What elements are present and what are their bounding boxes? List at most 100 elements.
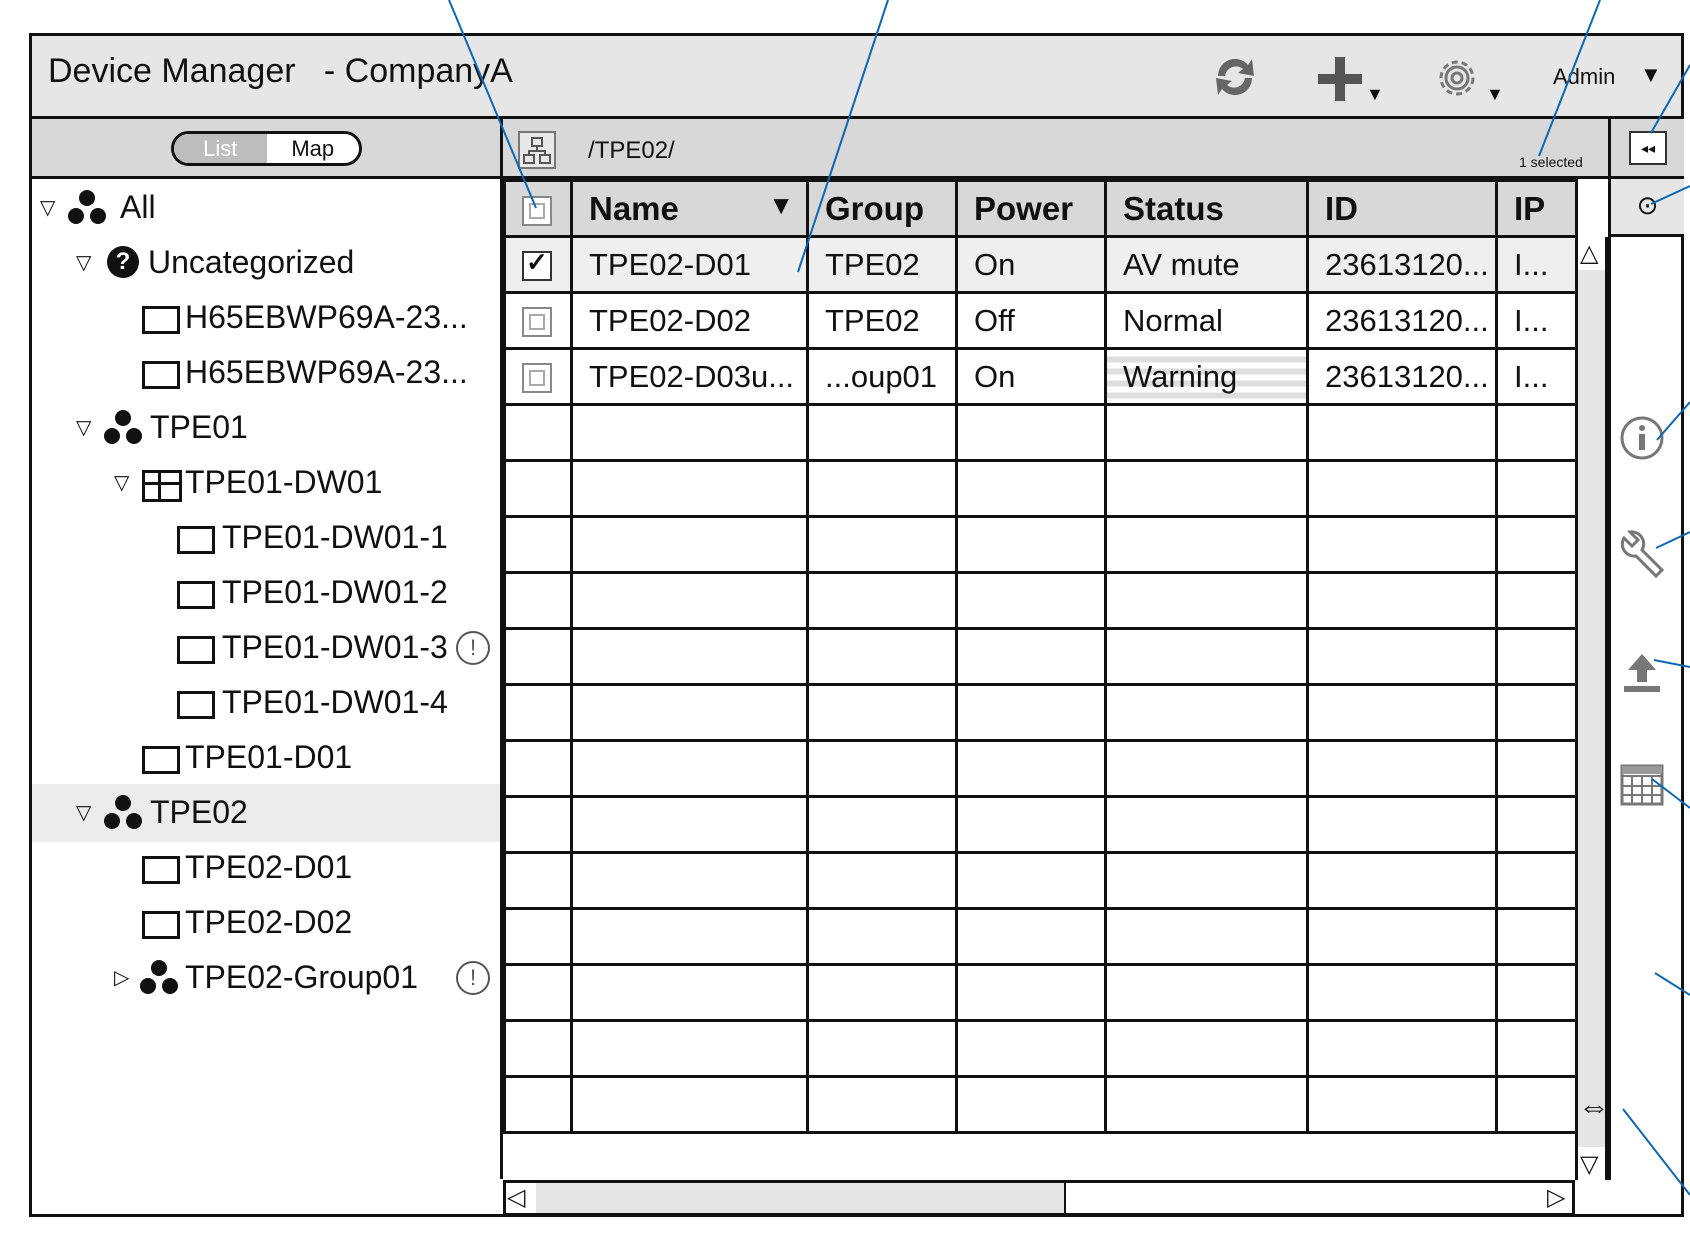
empty-cell	[503, 515, 573, 574]
column-header-group[interactable]: Group	[806, 179, 958, 238]
checkbox-icon[interactable]	[522, 247, 552, 282]
empty-cell	[955, 907, 1107, 966]
empty-cell	[1306, 571, 1498, 630]
column-header-status[interactable]: Status	[1104, 179, 1309, 238]
breadcrumb-path: /TPE02/	[588, 137, 675, 164]
table-row[interactable]: TPE02-D02 TPE02 Off Normal 23613120... I...	[503, 291, 1578, 350]
tree-item-device[interactable]: H65EBWP69A-23...	[32, 344, 500, 402]
gear-icon[interactable]	[1432, 53, 1482, 108]
horizontal-scroll-thumb[interactable]	[536, 1183, 1066, 1213]
tree-item-device[interactable]: TPE01-D01	[32, 729, 500, 787]
empty-cell	[806, 571, 958, 630]
collapse-triangle-icon[interactable]: ▽	[76, 250, 91, 275]
tree-item-uncategorized[interactable]: ▽ ? Uncategorized	[32, 234, 500, 292]
empty-row	[503, 851, 1578, 910]
user-menu-caret[interactable]: ▼	[1640, 62, 1662, 88]
checkbox-icon[interactable]	[522, 363, 552, 394]
display-icon	[142, 306, 180, 334]
app-title: Device Manager - CompanyA	[48, 52, 513, 90]
column-header-id[interactable]: ID	[1306, 179, 1498, 238]
checkbox-icon[interactable]	[522, 195, 552, 226]
info-icon[interactable]	[1612, 414, 1672, 470]
target-icon[interactable]: ⊙	[1608, 179, 1684, 237]
tree-item-label: TPE02-Group01	[185, 959, 419, 995]
tree-item-device[interactable]: H65EBWP69A-23...	[32, 289, 500, 347]
tree-item-device[interactable]: TPE02-D01	[32, 839, 500, 897]
collapse-triangle-icon[interactable]: ▽	[76, 800, 91, 825]
empty-cell	[1104, 683, 1309, 742]
empty-cell	[1306, 1075, 1498, 1134]
empty-row	[503, 627, 1578, 686]
cell-name: TPE02-D02	[570, 291, 809, 350]
scroll-right-icon[interactable]: ▷	[1547, 1183, 1565, 1212]
column-header-name[interactable]: Name ▼	[570, 179, 809, 238]
tree-item-tpe01[interactable]: ▽ TPE01	[32, 399, 500, 457]
expand-triangle-icon[interactable]: ▷	[114, 965, 129, 990]
display-icon	[177, 581, 215, 609]
collapse-panel-button[interactable]: ◂◂	[1629, 131, 1667, 165]
add-icon[interactable]	[1315, 55, 1365, 110]
column-header-power[interactable]: Power	[955, 179, 1107, 238]
row-checkbox-cell[interactable]	[503, 235, 573, 294]
tree-item-label: TPE01	[150, 409, 248, 445]
empty-cell	[955, 515, 1107, 574]
tree-item-device[interactable]: TPE01-DW01-4	[32, 674, 500, 732]
vertical-scroll-thumb[interactable]	[1578, 270, 1605, 1147]
empty-cell	[503, 851, 573, 910]
tree-item-tpe02-group01[interactable]: ▷ TPE02-Group01 !	[32, 949, 500, 1007]
empty-cell	[1495, 515, 1578, 574]
warning-icon: !	[456, 961, 490, 995]
empty-cell	[1306, 403, 1498, 462]
scroll-up-icon[interactable]: △	[1580, 239, 1598, 268]
refresh-icon[interactable]	[1208, 52, 1262, 111]
settings-dropdown-caret[interactable]: ▼	[1486, 84, 1504, 105]
tree-item-tpe02[interactable]: ▽ TPE02	[32, 784, 500, 842]
column-label: Name	[589, 189, 679, 227]
table-row[interactable]: TPE02-D03u... ...oup01 On Warning 23613120..…	[503, 347, 1578, 406]
tree-item-device[interactable]: TPE01-DW01-3 !	[32, 619, 500, 677]
map-view-button[interactable]: Map	[267, 134, 360, 163]
hierarchy-icon[interactable]	[518, 131, 556, 169]
empty-cell	[1104, 571, 1309, 630]
collapse-triangle-icon[interactable]: ▽	[40, 195, 55, 220]
empty-cell	[806, 1075, 958, 1134]
cell-group: ...oup01	[806, 347, 958, 406]
empty-cell	[1495, 571, 1578, 630]
empty-cell	[806, 683, 958, 742]
empty-cell	[955, 459, 1107, 518]
table-row[interactable]: TPE02-D01TPE02OnAV mute23613120...I...	[503, 235, 1578, 294]
empty-cell	[1495, 403, 1578, 462]
display-icon	[142, 911, 180, 939]
view-toggle[interactable]: List Map	[171, 131, 362, 166]
tree-item-all[interactable]: ▽ All	[32, 179, 500, 237]
row-checkbox-cell[interactable]	[503, 347, 573, 406]
tree-item-videowall[interactable]: ▽ TPE01-DW01	[32, 454, 500, 512]
device-grid: Name ▼ Group Power Status ID IP TPE02-D01…	[503, 179, 1578, 1181]
cell-id: 23613120...	[1306, 291, 1498, 350]
wrench-icon[interactable]	[1612, 530, 1672, 588]
add-dropdown-caret[interactable]: ▼	[1366, 84, 1384, 105]
empty-cell	[570, 851, 809, 910]
scroll-left-icon[interactable]: ◁	[507, 1183, 525, 1212]
list-view-button[interactable]: List	[174, 134, 267, 163]
tree-item-label: TPE01-DW01-2	[222, 574, 448, 610]
user-menu[interactable]: Admin	[1553, 64, 1615, 90]
select-all-checkbox[interactable]	[503, 179, 573, 238]
scroll-down-icon[interactable]: ▽	[1580, 1150, 1598, 1179]
sort-desc-icon[interactable]: ▼	[768, 190, 794, 221]
empty-cell	[955, 963, 1107, 1022]
tree-item-device[interactable]: TPE02-D02	[32, 894, 500, 952]
column-header-ip[interactable]: IP	[1495, 179, 1578, 238]
tree-item-device[interactable]: TPE01-DW01-2	[32, 564, 500, 622]
checkbox-icon[interactable]	[522, 307, 552, 338]
calendar-icon[interactable]	[1612, 760, 1672, 816]
collapse-triangle-icon[interactable]: ▽	[114, 470, 129, 495]
empty-row	[503, 795, 1578, 854]
empty-cell	[1495, 739, 1578, 798]
tree-item-device[interactable]: TPE01-DW01-1	[32, 509, 500, 567]
upload-icon[interactable]	[1612, 652, 1672, 704]
collapse-triangle-icon[interactable]: ▽	[76, 415, 91, 440]
row-checkbox-cell[interactable]	[503, 291, 573, 350]
resize-handle-icon[interactable]: ⇔	[1578, 1088, 1610, 1125]
empty-cell	[1495, 627, 1578, 686]
